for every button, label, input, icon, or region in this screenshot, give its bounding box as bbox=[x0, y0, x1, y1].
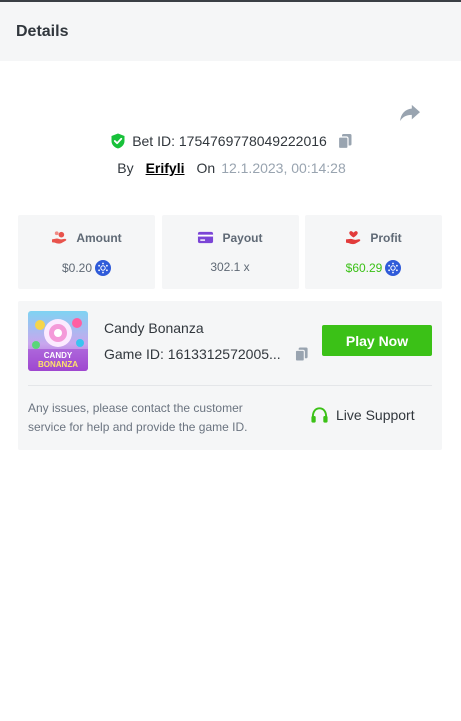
on-label: On bbox=[196, 160, 216, 176]
game-thumbnail[interactable]: CANDY BONANZA bbox=[28, 311, 88, 371]
shield-check-icon bbox=[111, 133, 125, 149]
by-label: By bbox=[117, 160, 134, 176]
share-arrow-icon[interactable] bbox=[399, 103, 421, 123]
card-icon bbox=[198, 231, 214, 244]
game-card: CANDY BONANZA Candy Bonanza Game ID: 161… bbox=[18, 301, 442, 450]
payout-value: 302.1 x bbox=[210, 260, 250, 274]
page-header: Details bbox=[0, 2, 461, 61]
thumbnail-title-line1: CANDY bbox=[44, 351, 73, 360]
amount-label: Amount bbox=[76, 230, 122, 245]
cardano-coin-icon bbox=[95, 260, 112, 276]
hand-coins-icon bbox=[52, 231, 67, 244]
play-now-button[interactable]: Play Now bbox=[322, 325, 432, 356]
username-link[interactable]: Erifyli bbox=[146, 160, 185, 176]
bet-timestamp: 12.1.2023, 00:14:28 bbox=[221, 160, 346, 176]
bet-id-row: Bet ID: 1754769778049222016 bbox=[0, 133, 461, 149]
live-support-label: Live Support bbox=[336, 407, 415, 423]
support-notice: Any issues, please contact the customer … bbox=[28, 401, 248, 434]
profit-label: Profit bbox=[370, 230, 402, 245]
headset-icon bbox=[311, 407, 328, 423]
live-support-button[interactable]: Live Support bbox=[310, 406, 415, 424]
amount-value: $0.20 bbox=[61, 261, 93, 275]
profit-value: $60.29 bbox=[345, 261, 383, 275]
amount-card: Amount $0.20 bbox=[18, 215, 155, 289]
bet-meta-row: By Erifyli On 12.1.2023, 00:14:28 bbox=[0, 160, 461, 176]
thumbnail-title-line2: BONANZA bbox=[38, 360, 78, 369]
bet-id: Bet ID: 1754769778049222016 bbox=[132, 133, 327, 149]
copy-icon[interactable] bbox=[337, 133, 353, 149]
game-name: Candy Bonanza bbox=[104, 320, 204, 336]
profit-card: Profit $60.29 bbox=[305, 215, 442, 289]
divider bbox=[28, 385, 432, 386]
bet-stats: Amount $0.20 Payout 302.1 x Profit $60.2… bbox=[18, 215, 442, 289]
payout-card: Payout 302.1 x bbox=[161, 215, 299, 289]
payout-label: Payout bbox=[222, 230, 263, 245]
hand-heart-icon bbox=[346, 231, 361, 245]
page-title: Details bbox=[16, 22, 69, 40]
game-id: Game ID: 1613312572005... bbox=[104, 346, 281, 362]
cardano-coin-icon bbox=[385, 260, 402, 276]
copy-icon[interactable] bbox=[294, 346, 309, 362]
